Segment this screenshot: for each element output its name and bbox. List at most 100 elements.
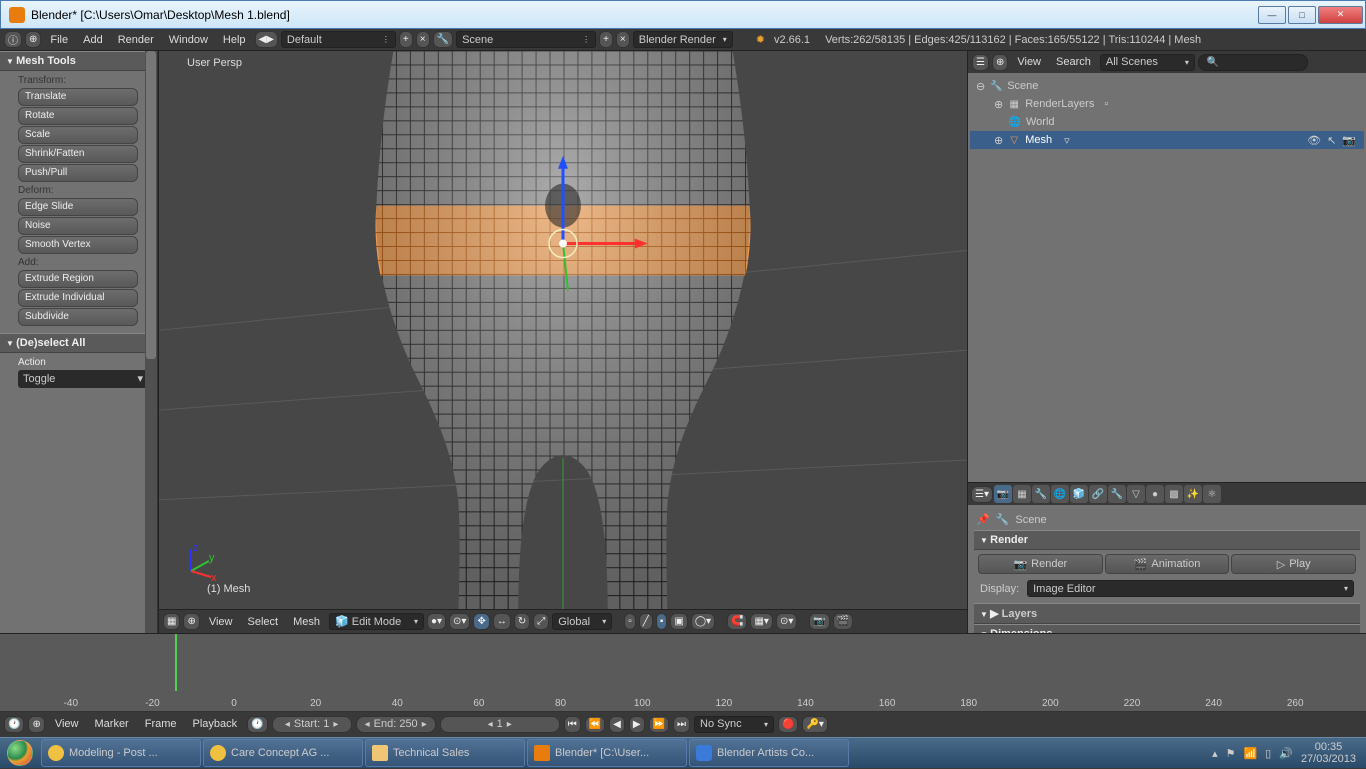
- editor-type-3dview-icon[interactable]: ▦: [163, 613, 180, 630]
- snap-type-icon[interactable]: ▦▾: [750, 613, 772, 630]
- vp-menu-select[interactable]: Select: [242, 616, 285, 628]
- vp-menu-mesh[interactable]: Mesh: [287, 616, 326, 628]
- props-editor-icon[interactable]: ☰▾: [971, 486, 993, 503]
- 3d-viewport[interactable]: User Persp (1) Mesh z y x ▦ ⊕ View Selec…: [158, 51, 968, 633]
- edge-select-icon[interactable]: ╱: [639, 613, 653, 630]
- face-select-icon[interactable]: ▪: [656, 613, 668, 630]
- editor-type-icon[interactable]: ⓘ: [4, 31, 22, 48]
- pin-icon[interactable]: 📌: [976, 513, 990, 526]
- play-forward-icon[interactable]: ▶: [629, 716, 645, 733]
- opengl-render-icon[interactable]: 📷: [809, 613, 829, 630]
- display-select[interactable]: Image Editor▾: [1027, 580, 1354, 597]
- scale-button[interactable]: Scale: [18, 126, 138, 144]
- outliner-search-input[interactable]: 🔍: [1198, 54, 1308, 71]
- tab-renderlayers[interactable]: ▦: [1013, 485, 1031, 503]
- smooth-vertex-button[interactable]: Smooth Vertex: [18, 236, 138, 254]
- task-item[interactable]: Blender Artists Co...: [689, 739, 849, 767]
- render-panel-header[interactable]: Render: [974, 530, 1360, 550]
- tl-menu-marker[interactable]: Marker: [89, 718, 135, 730]
- keyset-icon[interactable]: 🔑▾: [802, 716, 827, 733]
- minimize-button[interactable]: —: [1258, 6, 1286, 24]
- tool-shelf-scrollbar[interactable]: [145, 51, 157, 633]
- cursor-icon[interactable]: ↖: [1327, 134, 1336, 147]
- animation-button[interactable]: 🎬Animation: [1105, 554, 1230, 574]
- orientation-select[interactable]: Global▾: [552, 613, 612, 630]
- tl-menu-frame[interactable]: Frame: [139, 718, 183, 730]
- collapse-menus-icon[interactable]: ⊕: [25, 31, 41, 48]
- add-scene-icon[interactable]: +: [599, 31, 613, 48]
- menu-window[interactable]: Window: [163, 34, 214, 46]
- collapse-icon[interactable]: ⊕: [183, 613, 199, 630]
- start-button[interactable]: [0, 738, 40, 769]
- keyframe-prev-icon[interactable]: ⏪: [585, 716, 605, 733]
- vp-menu-view[interactable]: View: [203, 616, 239, 628]
- outliner-renderlayers-row[interactable]: ⊕▦RenderLayers ▫: [970, 95, 1364, 113]
- flag-icon[interactable]: ⚑: [1226, 747, 1236, 760]
- range-icon[interactable]: 🕐: [247, 716, 267, 733]
- timeline-track[interactable]: -40 -20 0 20 40 60 80 100 120 140 160 18…: [0, 634, 1366, 712]
- maximize-button[interactable]: □: [1288, 6, 1316, 24]
- playhead[interactable]: [175, 634, 177, 691]
- extrude-individual-button[interactable]: Extrude Individual: [18, 289, 138, 307]
- menu-add[interactable]: Add: [77, 34, 109, 46]
- play-reverse-icon[interactable]: ◀: [609, 716, 625, 733]
- tab-render[interactable]: 📷: [994, 485, 1012, 503]
- tab-particles[interactable]: ✨: [1184, 485, 1202, 503]
- task-item[interactable]: Modeling - Post ...: [41, 739, 201, 767]
- tab-texture[interactable]: ▩: [1165, 485, 1183, 503]
- subdivide-button[interactable]: Subdivide: [18, 308, 138, 326]
- taskbar-clock[interactable]: 00:35 27/03/2013: [1301, 741, 1356, 765]
- dimensions-panel-header[interactable]: Dimensions: [974, 624, 1360, 633]
- tl-menu-playback[interactable]: Playback: [187, 718, 244, 730]
- action-select[interactable]: Toggle▾: [18, 370, 148, 388]
- shrink-fatten-button[interactable]: Shrink/Fatten: [18, 145, 138, 163]
- del-scene-icon[interactable]: ×: [616, 31, 630, 48]
- outliner-scene-row[interactable]: ⊖🔧Scene: [970, 77, 1364, 95]
- timeline-collapse-icon[interactable]: ⊕: [28, 716, 44, 733]
- snap-icon[interactable]: 🧲: [727, 613, 747, 630]
- manip-rotate-icon[interactable]: ↻: [514, 613, 530, 630]
- limit-visible-icon[interactable]: ▣: [670, 613, 687, 630]
- manip-translate-icon[interactable]: ↔: [493, 613, 511, 630]
- tab-constraints[interactable]: 🔗: [1089, 485, 1107, 503]
- camera-icon[interactable]: 📷: [1342, 134, 1356, 147]
- tl-menu-view[interactable]: View: [49, 718, 85, 730]
- vertex-select-icon[interactable]: ▫: [624, 613, 636, 630]
- extrude-region-button[interactable]: Extrude Region: [18, 270, 138, 288]
- scene-select[interactable]: Scene⋮: [456, 31, 596, 48]
- screen-layout-select[interactable]: Default⋮: [281, 31, 396, 48]
- timeline-editor-icon[interactable]: 🕐: [4, 716, 24, 733]
- manip-scale-icon[interactable]: ⤢: [533, 613, 549, 630]
- volume-icon[interactable]: 🔊: [1279, 747, 1293, 760]
- current-frame-input[interactable]: ◂ 1 ▸: [440, 716, 560, 733]
- pivot-select-icon[interactable]: ⊙▾: [449, 613, 470, 630]
- outliner-view-menu[interactable]: View: [1011, 56, 1047, 68]
- add-layout-icon[interactable]: +: [399, 31, 413, 48]
- close-button[interactable]: ✕: [1318, 6, 1363, 24]
- autokey-icon[interactable]: 🔴: [778, 716, 798, 733]
- jump-end-icon[interactable]: ⏭: [673, 716, 690, 733]
- scene-browse-icon[interactable]: 🔧: [433, 31, 453, 48]
- del-layout-icon[interactable]: ×: [416, 31, 430, 48]
- tab-physics[interactable]: ⚛: [1203, 485, 1221, 503]
- task-item[interactable]: Technical Sales: [365, 739, 525, 767]
- render-button[interactable]: 📷Render: [978, 554, 1103, 574]
- task-item[interactable]: Care Concept AG ...: [203, 739, 363, 767]
- sync-select[interactable]: No Sync▾: [694, 716, 774, 733]
- menu-render[interactable]: Render: [112, 34, 160, 46]
- prop-edit-icon[interactable]: ◯▾: [691, 613, 715, 630]
- task-item[interactable]: Blender* [C:\User...: [527, 739, 687, 767]
- outliner-editor-icon[interactable]: ☰: [972, 54, 989, 71]
- snap-target-icon[interactable]: ⊙▾: [776, 613, 797, 630]
- keyframe-next-icon[interactable]: ⏩: [649, 716, 669, 733]
- outliner-search-menu[interactable]: Search: [1050, 56, 1097, 68]
- eye-icon[interactable]: 👁: [1307, 134, 1321, 147]
- tab-world[interactable]: 🌐: [1051, 485, 1069, 503]
- tray-arrow-icon[interactable]: ▴: [1212, 747, 1218, 760]
- network-icon[interactable]: 📶: [1243, 747, 1257, 760]
- deselect-all-header[interactable]: (De)select All: [0, 333, 157, 353]
- mesh-tools-header[interactable]: Mesh Tools: [0, 51, 157, 71]
- layers-panel-header[interactable]: ▶ Layers: [974, 603, 1360, 624]
- translate-button[interactable]: Translate: [18, 88, 138, 106]
- play-button[interactable]: ▷Play: [1231, 554, 1356, 574]
